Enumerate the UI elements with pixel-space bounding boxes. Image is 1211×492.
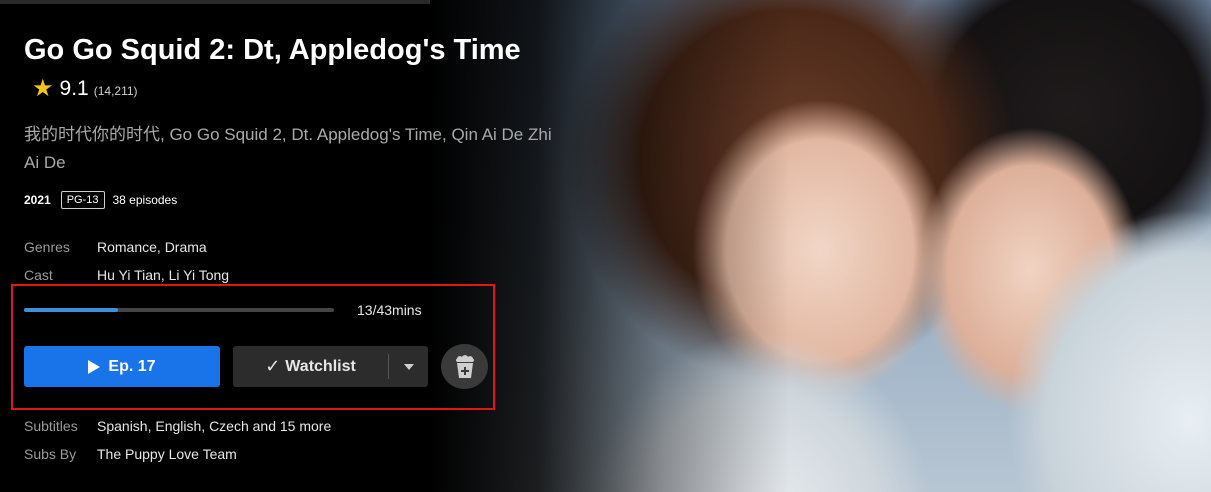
show-meta: 2021 PG-13 38 episodes bbox=[24, 191, 584, 209]
release-year: 2021 bbox=[24, 193, 51, 207]
cast-label: Cast bbox=[24, 267, 53, 283]
play-episode-button[interactable]: Ep. 17 bbox=[24, 346, 220, 387]
watchlist-label: Watchlist bbox=[285, 357, 356, 375]
watchlist-dropdown-button[interactable] bbox=[389, 346, 428, 387]
details-list: Genres Romance, Drama Cast Hu Yi Tian, L… bbox=[24, 233, 584, 289]
star-icon: ★ bbox=[32, 75, 54, 102]
content-rating-badge: PG-13 bbox=[60, 191, 105, 209]
genres-label: Genres bbox=[24, 239, 70, 255]
alternate-titles: 我的时代你的时代, Go Go Squid 2, Dt. Appledog's … bbox=[24, 125, 552, 172]
watch-progress-bar bbox=[24, 308, 334, 312]
subtitles-value[interactable]: Spanish, English, Czech and 15 more bbox=[97, 418, 331, 434]
play-episode-label: Ep. 17 bbox=[108, 357, 156, 375]
page-title: Go Go Squid 2: Dt, Appledog's Time ★ 9.1 (1… bbox=[24, 32, 564, 109]
watch-progress-fill bbox=[24, 308, 118, 312]
rating-count: (14,211) bbox=[93, 84, 138, 98]
rating: ★ 9.1 (14,211) bbox=[32, 70, 138, 109]
show-info: Go Go Squid 2: Dt, Appledog's Time ★ 9.1 (1… bbox=[24, 32, 584, 289]
chevron-down-icon bbox=[403, 363, 414, 370]
add-to-collection-button[interactable] bbox=[441, 344, 488, 389]
watchlist-button-group: ✓ Watchlist bbox=[233, 346, 428, 387]
subs-by-label: Subs By bbox=[24, 446, 77, 462]
watchlist-button[interactable]: ✓ Watchlist bbox=[233, 346, 388, 387]
rating-score: 9.1 bbox=[59, 77, 89, 100]
episode-count: 38 episodes bbox=[112, 193, 178, 207]
popcorn-add-icon bbox=[455, 354, 474, 378]
subtitles-info: Subtitles Spanish, English, Czech and 15… bbox=[24, 412, 331, 468]
show-title: Go Go Squid 2: Dt, Appledog's Time bbox=[24, 34, 521, 66]
watch-progress-text: 13/43mins bbox=[357, 302, 422, 318]
check-icon: ✓ bbox=[265, 356, 281, 376]
cast-value[interactable]: Hu Yi Tian, Li Yi Tong bbox=[97, 267, 229, 283]
play-icon bbox=[88, 359, 101, 374]
subtitles-row: Subtitles Spanish, English, Czech and 15… bbox=[24, 412, 331, 440]
subtitles-label: Subtitles bbox=[24, 418, 78, 434]
subs-by-row: Subs By The Puppy Love Team bbox=[24, 440, 331, 468]
genres-value[interactable]: Romance, Drama bbox=[97, 239, 207, 255]
subs-by-value[interactable]: The Puppy Love Team bbox=[97, 446, 237, 462]
genres-row: Genres Romance, Drama bbox=[24, 233, 584, 261]
